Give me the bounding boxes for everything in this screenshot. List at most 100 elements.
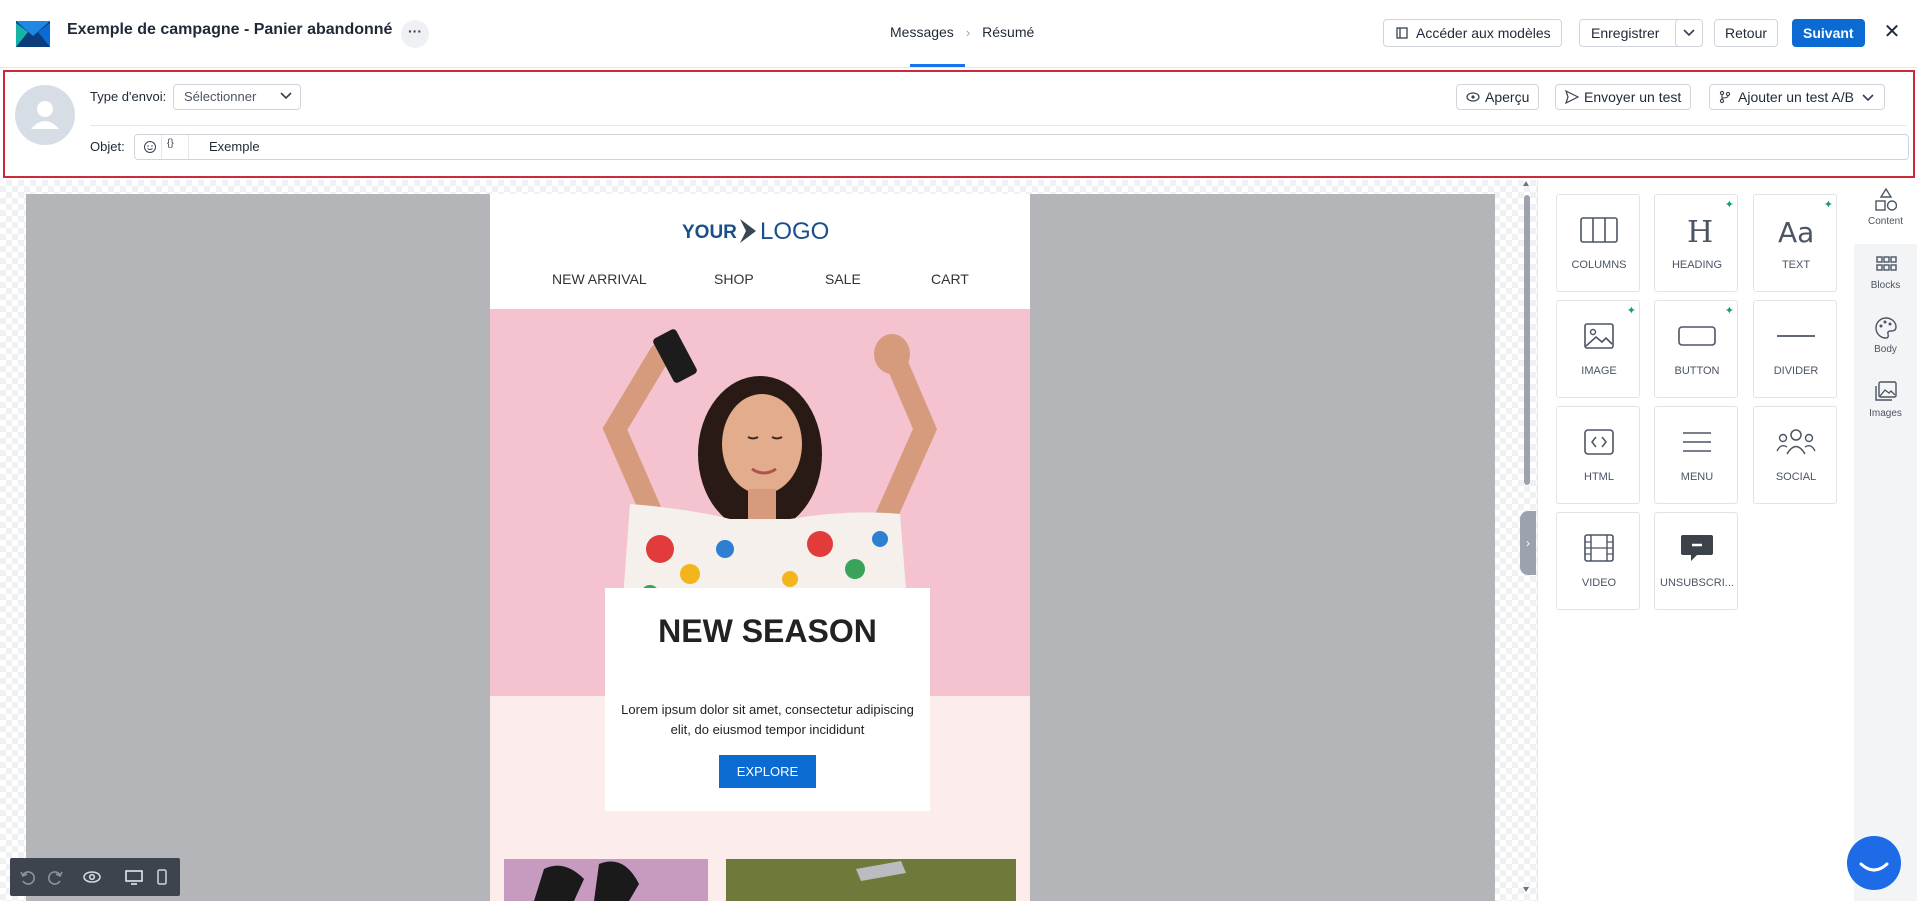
rail-item-body[interactable]: Body bbox=[1854, 308, 1917, 372]
hero-text[interactable]: Lorem ipsum dolor sit amet, consectetur … bbox=[615, 700, 920, 740]
chat-icon bbox=[1859, 862, 1889, 872]
templates-label: Accéder aux modèles bbox=[1416, 25, 1551, 41]
ai-sparkle-icon: ✦ bbox=[1626, 305, 1636, 317]
subject-field[interactable]: {} Exemple bbox=[134, 134, 1909, 160]
back-button[interactable]: Retour bbox=[1714, 19, 1779, 47]
sender-avatar[interactable] bbox=[15, 85, 75, 145]
email-logo[interactable]: YOUR LOGO bbox=[490, 214, 1030, 253]
subject-separator bbox=[188, 135, 189, 159]
button-icon bbox=[1678, 326, 1716, 346]
rail-item-content[interactable]: Content bbox=[1854, 180, 1917, 244]
personalization-icon[interactable]: {} bbox=[167, 138, 174, 149]
template-book-icon bbox=[1396, 27, 1408, 39]
eye-icon[interactable] bbox=[82, 867, 102, 887]
heading-icon: H bbox=[1687, 215, 1713, 245]
close-icon[interactable]: ✕ bbox=[1880, 20, 1904, 44]
content-tile-video[interactable]: VIDEO bbox=[1556, 512, 1640, 610]
rail-item-images[interactable]: Images bbox=[1854, 372, 1917, 436]
content-tile-label: BUTTON bbox=[1674, 365, 1720, 377]
email-nav-new-arrival[interactable]: NEW ARRIVAL bbox=[552, 271, 647, 287]
canvas-scrollbar-thumb[interactable] bbox=[1524, 195, 1530, 485]
undo-icon[interactable] bbox=[18, 867, 38, 887]
grid-icon bbox=[1876, 256, 1897, 271]
content-tile-label: VIDEO bbox=[1581, 577, 1617, 589]
step-messages[interactable]: Messages bbox=[890, 24, 954, 40]
app-logo-icon[interactable] bbox=[14, 14, 54, 54]
content-tile-label: HTML bbox=[1584, 471, 1614, 483]
content-tile-unsubscribe[interactable]: UNSUBSCRI... bbox=[1654, 512, 1738, 610]
settings-divider bbox=[90, 125, 1907, 126]
content-tile-label: TEXT bbox=[1781, 259, 1811, 271]
more-options-button[interactable]: ··· bbox=[401, 20, 429, 48]
rail-item-blocks[interactable]: Blocks bbox=[1854, 244, 1917, 308]
product-image-shoes[interactable] bbox=[504, 859, 708, 901]
video-icon bbox=[1584, 534, 1614, 562]
send-type-select[interactable]: Sélectionner bbox=[173, 84, 301, 110]
palette-icon bbox=[1875, 317, 1897, 339]
content-tile-heading[interactable]: ✦ H HEADING bbox=[1654, 194, 1738, 292]
preview-button[interactable]: Aperçu bbox=[1456, 84, 1540, 110]
text-icon: Aa bbox=[1778, 216, 1814, 245]
sidebar-rail: Content Blocks Body Images bbox=[1854, 180, 1917, 901]
desktop-icon[interactable] bbox=[124, 867, 144, 887]
chevron-down-icon bbox=[1683, 29, 1695, 37]
explore-button[interactable]: EXPLORE bbox=[719, 755, 816, 788]
redo-icon[interactable] bbox=[45, 867, 65, 887]
content-tile-label: UNSUBSCRI... bbox=[1660, 577, 1734, 589]
shapes-icon bbox=[1875, 188, 1897, 211]
content-tile-button[interactable]: ✦ BUTTON bbox=[1654, 300, 1738, 398]
content-tile-html[interactable]: HTML bbox=[1556, 406, 1640, 504]
active-step-indicator bbox=[910, 64, 965, 67]
email-nav-shop[interactable]: SHOP bbox=[714, 271, 754, 287]
send-icon bbox=[1565, 90, 1579, 104]
user-icon bbox=[31, 101, 59, 129]
email-preview[interactable]: YOUR LOGO NEW ARRIVAL SHOP SALE CART NEW… bbox=[490, 194, 1030, 901]
hero-title[interactable]: NEW SEASON bbox=[605, 612, 930, 651]
save-button[interactable]: Enregistrer bbox=[1579, 19, 1681, 47]
content-tile-menu[interactable]: MENU bbox=[1654, 406, 1738, 504]
next-button[interactable]: Suivant bbox=[1792, 19, 1865, 47]
send-test-label: Envoyer un test bbox=[1584, 89, 1682, 105]
logo-arrow-icon: YOUR LOGO bbox=[682, 218, 829, 245]
mobile-icon[interactable] bbox=[152, 867, 172, 887]
content-tile-divider[interactable]: DIVIDER bbox=[1753, 300, 1837, 398]
content-tile-social[interactable]: SOCIAL bbox=[1753, 406, 1837, 504]
content-tile-label: IMAGE bbox=[1581, 365, 1617, 377]
product-image-outdoor[interactable] bbox=[726, 859, 1016, 901]
rail-label: Body bbox=[1874, 344, 1897, 355]
content-tile-text[interactable]: ✦ Aa TEXT bbox=[1753, 194, 1837, 292]
logo-logo: LOGO bbox=[760, 218, 829, 245]
emoji-icon[interactable] bbox=[142, 139, 158, 155]
ab-test-label: Ajouter un test A/B bbox=[1738, 89, 1854, 105]
html-icon bbox=[1584, 429, 1614, 455]
rail-label: Images bbox=[1869, 408, 1902, 419]
campaign-title: Exemple de campagne - Panier abandonné bbox=[67, 21, 393, 38]
email-nav-sale[interactable]: SALE bbox=[825, 271, 861, 287]
step-summary[interactable]: Résumé bbox=[982, 24, 1034, 40]
rail-label: Blocks bbox=[1870, 280, 1901, 291]
svg-text:Aa: Aa bbox=[1778, 216, 1814, 245]
templates-button[interactable]: Accéder aux modèles bbox=[1383, 19, 1562, 47]
hero-card[interactable]: NEW SEASON Lorem ipsum dolor sit amet, c… bbox=[605, 588, 930, 811]
help-chat-button[interactable] bbox=[1847, 836, 1901, 890]
content-tile-label: COLUMNS bbox=[1571, 259, 1627, 271]
divider-icon bbox=[1777, 335, 1815, 337]
ai-sparkle-icon: ✦ bbox=[1724, 305, 1734, 317]
send-type-label: Type d'envoi: bbox=[90, 89, 167, 104]
content-tile-label: MENU bbox=[1680, 471, 1714, 483]
content-panel: COLUMNS ✦ H HEADING ✦ Aa TEXT ✦ IMAGE ✦ … bbox=[1537, 180, 1854, 901]
email-nav-cart[interactable]: CART bbox=[931, 271, 969, 287]
save-dropdown-button[interactable] bbox=[1675, 19, 1703, 47]
shoes-photo bbox=[534, 861, 639, 901]
subject-label: Objet: bbox=[90, 139, 125, 154]
rail-label: Content bbox=[1867, 216, 1904, 227]
subject-value[interactable]: Exemple bbox=[209, 139, 260, 154]
unsubscribe-icon bbox=[1681, 535, 1713, 561]
send-test-button[interactable]: Envoyer un test bbox=[1555, 84, 1692, 110]
content-tile-image[interactable]: ✦ IMAGE bbox=[1556, 300, 1640, 398]
collapse-panel-tab[interactable]: › bbox=[1520, 511, 1536, 575]
ab-test-button[interactable]: Ajouter un test A/B bbox=[1709, 84, 1885, 110]
content-tile-columns[interactable]: COLUMNS bbox=[1556, 194, 1640, 292]
top-bar: Exemple de campagne - Panier abandonné ·… bbox=[0, 0, 1917, 68]
message-settings-panel: Type d'envoi: Sélectionner Aperçu Envoye… bbox=[3, 70, 1915, 178]
